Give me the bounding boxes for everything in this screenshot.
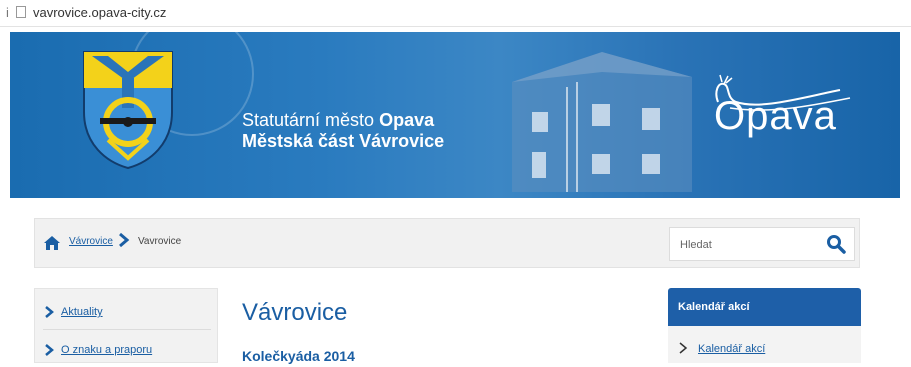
chevron-right-icon — [45, 306, 54, 318]
sidebar-menu: Aktuality O znaku a praporu — [34, 288, 218, 363]
breadcrumb-current: Vavrovice — [138, 236, 182, 247]
coat-of-arms-icon — [83, 51, 173, 170]
breadcrumb-link-vavrovice[interactable]: Vávrovice — [69, 236, 113, 247]
calendar-link[interactable]: Kalendář akcí — [698, 343, 765, 355]
header-banner: Statutární město Opava Městská část Vávr… — [10, 32, 900, 198]
sidebar-item-o-znaku-a-praporu[interactable]: O znaku a praporu — [35, 333, 219, 367]
calendar-heading: Kalendář akcí — [678, 301, 750, 313]
search-input[interactable] — [678, 235, 812, 255]
chevron-right-icon — [679, 342, 688, 354]
home-icon[interactable] — [43, 235, 61, 251]
browser-address-bar[interactable]: i vavrovice.opava-city.cz — [0, 0, 911, 27]
site-title-line1: Statutární město Opava — [242, 110, 435, 130]
chevron-right-icon — [119, 232, 130, 248]
building-photo — [512, 52, 692, 192]
url-text[interactable]: vavrovice.opava-city.cz — [33, 5, 166, 20]
sidebar-item-label: O znaku a praporu — [61, 344, 153, 356]
breadcrumb: Vávrovice Vavrovice — [34, 218, 860, 268]
sidebar-divider — [43, 329, 211, 330]
sidebar-item-label: Aktuality — [61, 306, 103, 318]
sidebar-item-aktuality[interactable]: Aktuality — [35, 295, 219, 329]
logo-word: Opava — [714, 94, 837, 138]
chevron-right-icon — [45, 344, 54, 356]
calendar-widget: Kalendář akcí Kalendář akcí — [668, 288, 861, 363]
page-title: Vávrovice — [242, 299, 348, 326]
calendar-body: Kalendář akcí — [668, 326, 861, 363]
site-title-line2: Městská část Vávrovice — [242, 131, 445, 151]
search-icon[interactable] — [826, 234, 846, 254]
info-icon[interactable]: i — [6, 5, 9, 20]
search-box — [669, 227, 855, 261]
calendar-header: Kalendář akcí — [668, 288, 861, 326]
page-icon — [16, 6, 26, 18]
article-title[interactable]: Kolečkyáda 2014 — [242, 348, 355, 364]
opava-logo[interactable]: Opava — [690, 72, 870, 162]
